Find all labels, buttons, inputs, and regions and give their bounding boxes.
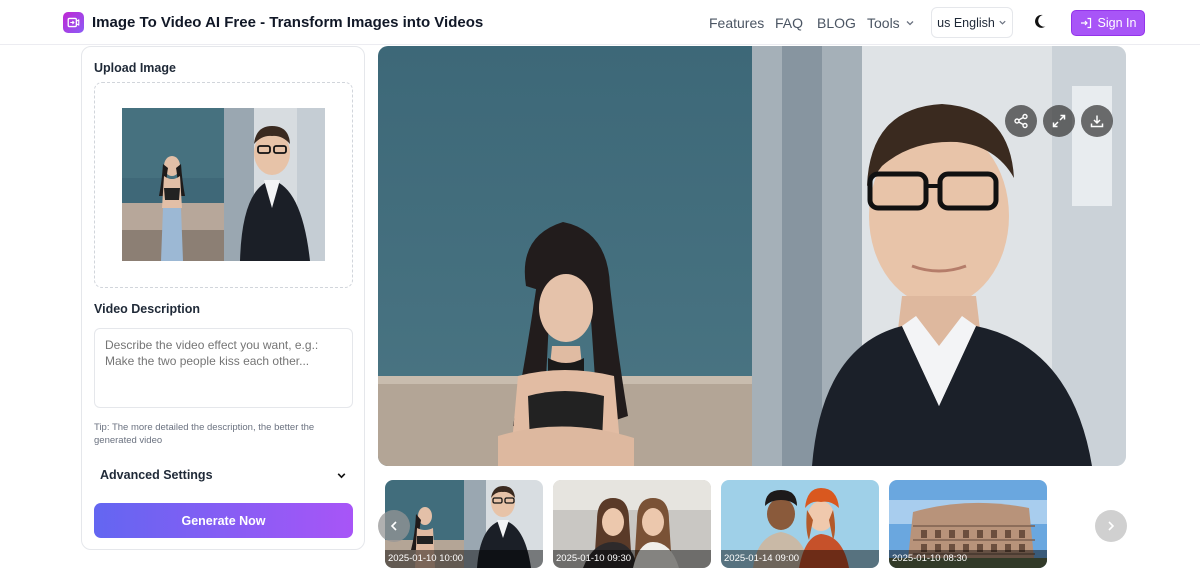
video-description-input[interactable]: [94, 328, 353, 408]
chevron-down-icon: [337, 472, 346, 478]
video-description-label: Video Description: [94, 302, 201, 316]
sign-in-icon: [1080, 17, 1091, 29]
top-nav: Image To Video AI Free - Transform Image…: [0, 0, 1200, 45]
preview-image-left: [378, 46, 752, 466]
sign-in-label: Sign In: [1097, 16, 1137, 30]
advanced-settings-label: Advanced Settings: [100, 468, 213, 482]
chevron-right-icon: [1108, 521, 1115, 531]
language-label: us English: [937, 15, 995, 30]
advanced-settings-toggle[interactable]: Advanced Settings: [94, 459, 353, 491]
history-thumbnail[interactable]: 2025-01-14 09:00: [721, 480, 879, 568]
download-button[interactable]: [1081, 105, 1113, 137]
thumbnail-timestamp: 2025-01-10 08:30: [889, 550, 1047, 568]
thumbnail-timestamp: 2025-01-14 09:00: [721, 550, 879, 568]
nav-tools-label: Tools: [867, 15, 900, 31]
nav-features[interactable]: Features: [709, 15, 764, 31]
description-tip: Tip: The more detailed the description, …: [94, 422, 315, 446]
history-thumbnail[interactable]: 2025-01-10 09:30: [553, 480, 711, 568]
chevron-left-icon: [390, 521, 397, 531]
share-icon: [1014, 113, 1028, 129]
uploaded-image-preview: [122, 108, 325, 261]
nav-blog[interactable]: BLOG: [817, 15, 856, 31]
nav-faq[interactable]: FAQ: [775, 15, 803, 31]
history-thumbnail[interactable]: 2025-01-10 08:30: [889, 480, 1047, 568]
moon-icon[interactable]: [1032, 12, 1052, 32]
video-logo-icon[interactable]: [63, 12, 84, 33]
generator-panel: Upload Image Video Description Describe …: [81, 46, 365, 550]
carousel-next-button[interactable]: [1095, 510, 1127, 542]
brand-title[interactable]: Image To Video AI Free - Transform Image…: [92, 14, 483, 31]
upload-dropzone[interactable]: [94, 82, 353, 288]
upload-image-label: Upload Image: [94, 61, 176, 75]
sign-in-button[interactable]: Sign In: [1071, 10, 1145, 36]
share-button[interactable]: [1005, 105, 1037, 137]
thumbnail-timestamp: 2025-01-10 10:00: [385, 550, 543, 568]
fullscreen-button[interactable]: [1043, 105, 1075, 137]
language-selector[interactable]: us English: [931, 7, 1013, 38]
nav-tools-dropdown[interactable]: Tools: [867, 15, 915, 31]
carousel-prev-button[interactable]: [378, 510, 410, 542]
expand-icon: [1052, 114, 1066, 128]
download-icon: [1090, 115, 1104, 128]
thumbnail-timestamp: 2025-01-10 09:30: [553, 550, 711, 568]
generate-now-button[interactable]: Generate Now: [94, 503, 353, 538]
chevron-down-icon: [906, 21, 914, 26]
chevron-down-icon: [999, 20, 1006, 25]
video-preview[interactable]: [378, 46, 1126, 466]
